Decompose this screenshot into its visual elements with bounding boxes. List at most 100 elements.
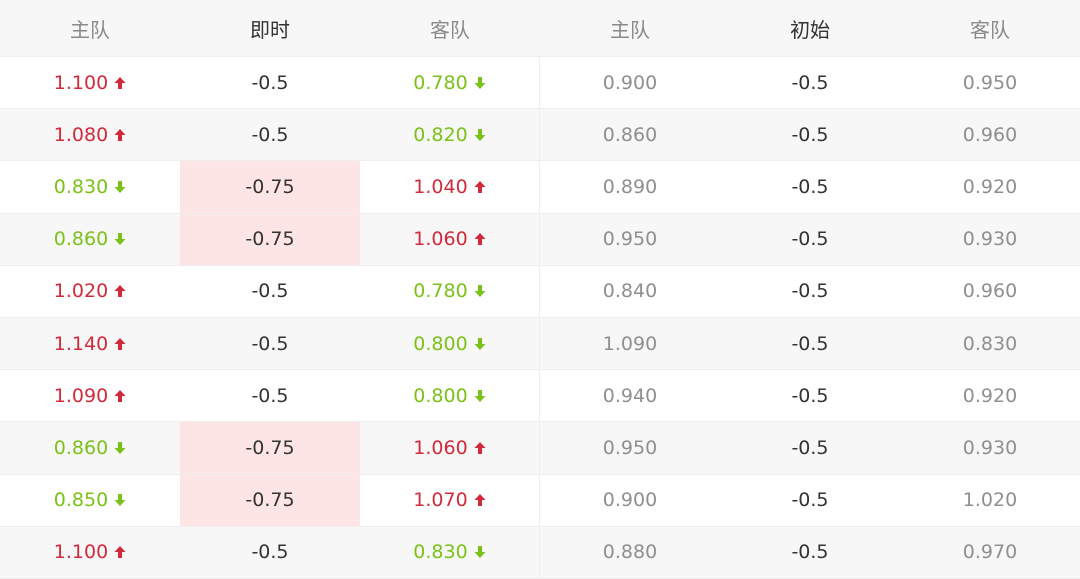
arrow-up-icon [474,441,486,455]
init-away-odds: 0.950 [962,71,1018,94]
table-row: 1.100 -0.5 0.780 0.900 -0.5 0.950 [0,57,1080,110]
live-home-odds: 1.140 [0,318,180,369]
live-away-odds-value: 1.060 [413,436,468,459]
init-home-odds: 0.860 [602,123,658,146]
live-home-odds: 1.090 [0,370,180,421]
live-home-odds-value: 1.090 [53,384,109,407]
init-handicap: -0.5 [791,175,829,198]
live-away-odds-value: 0.780 [413,280,468,303]
live-away-odds-value: 0.800 [413,332,468,355]
init-handicap: -0.5 [791,123,829,146]
table-row: 1.100 -0.5 0.830 0.880 -0.5 0.970 [0,526,1080,579]
live-handicap: -0.5 [251,71,289,94]
arrow-up-icon [114,76,126,90]
arrow-down-icon [474,128,486,142]
table-row: 0.850 -0.75 1.070 0.900 -0.5 1.020 [0,474,1080,527]
live-home-odds-value: 0.860 [53,436,109,459]
live-away-odds-value: 0.820 [413,123,468,146]
init-home-odds: 0.840 [602,280,658,303]
header-init-away: 客队 [970,17,1010,42]
live-handicap: -0.75 [180,422,360,474]
arrow-up-icon [114,128,126,142]
arrow-down-icon [114,180,126,194]
init-handicap: -0.5 [791,489,829,512]
init-handicap: -0.5 [791,71,829,94]
live-away-odds: 0.780 [360,57,540,109]
live-home-odds-value: 1.140 [53,332,109,355]
arrow-up-icon [474,232,486,246]
header-live-away: 客队 [430,17,470,42]
live-home-odds-value: 0.860 [53,228,109,251]
arrow-down-icon [474,389,486,403]
init-away-odds: 0.830 [962,332,1018,355]
live-home-odds-value: 1.100 [53,71,109,94]
init-away-odds: 0.930 [962,228,1018,251]
live-handicap: -0.5 [251,541,289,564]
arrow-down-icon [114,493,126,507]
header-init-home: 主队 [610,17,650,42]
arrow-down-icon [114,441,126,455]
live-away-odds: 1.060 [360,213,540,265]
arrow-up-icon [474,180,486,194]
init-away-odds: 0.970 [962,541,1018,564]
live-away-odds-value: 0.830 [413,541,468,564]
live-away-odds: 1.070 [360,474,540,526]
arrow-up-icon [114,389,126,403]
live-home-odds: 1.100 [0,527,180,578]
init-home-odds: 1.090 [602,332,658,355]
table-header: 主队 即时 客队 主队 初始 客队 [0,0,1080,57]
header-live-home: 主队 [70,17,110,42]
init-home-odds: 0.900 [602,489,658,512]
live-home-odds-value: 1.020 [53,280,109,303]
live-away-odds-value: 1.040 [413,175,468,198]
table-row: 0.830 -0.75 1.040 0.890 -0.5 0.920 [0,161,1080,214]
arrow-up-icon [114,284,126,298]
live-home-odds-value: 0.850 [53,489,109,512]
table-body: 1.100 -0.5 0.780 0.900 -0.5 0.950 1.080 -0.5 0.8… [0,57,1080,579]
init-home-odds: 0.890 [602,175,658,198]
header-init-handicap: 初始 [790,17,830,42]
live-handicap: -0.75 [180,161,360,213]
live-home-odds: 1.080 [0,109,180,160]
arrow-down-icon [114,232,126,246]
table-row: 1.080 -0.5 0.820 0.860 -0.5 0.960 [0,109,1080,162]
init-handicap: -0.5 [791,384,829,407]
arrow-up-icon [114,337,126,351]
init-handicap: -0.5 [791,228,829,251]
table-row: 0.860 -0.75 1.060 0.950 -0.5 0.930 [0,213,1080,266]
live-home-odds-value: 0.830 [53,175,109,198]
arrow-up-icon [114,545,126,559]
live-handicap: -0.5 [251,280,289,303]
init-away-odds: 0.960 [962,280,1018,303]
header-live-handicap: 即时 [250,17,290,42]
init-home-odds: 0.950 [602,436,658,459]
init-handicap: -0.5 [791,332,829,355]
table-row: 1.140 -0.5 0.800 1.090 -0.5 0.830 [0,317,1080,371]
live-home-odds: 0.830 [0,161,180,212]
live-handicap: -0.5 [251,384,289,407]
table-row: 0.860 -0.75 1.060 0.950 -0.5 0.930 [0,422,1080,475]
live-handicap: -0.5 [251,123,289,146]
init-home-odds: 0.950 [602,228,658,251]
arrow-down-icon [474,76,486,90]
init-home-odds: 0.880 [602,541,658,564]
init-handicap: -0.5 [791,280,829,303]
live-home-odds-value: 1.100 [53,541,109,564]
arrow-down-icon [474,284,486,298]
init-away-odds: 0.920 [962,175,1018,198]
live-away-odds: 0.830 [360,526,540,578]
live-home-odds-value: 1.080 [53,123,109,146]
live-handicap: -0.5 [251,332,289,355]
init-away-odds: 1.020 [962,489,1018,512]
init-away-odds: 0.960 [962,123,1018,146]
live-handicap: -0.75 [180,213,360,265]
live-home-odds: 1.020 [0,266,180,317]
arrow-down-icon [474,337,486,351]
init-home-odds: 0.940 [602,384,658,407]
live-away-odds-value: 0.800 [413,384,468,407]
live-home-odds: 0.860 [0,422,180,473]
live-home-odds: 0.860 [0,214,180,265]
init-home-odds: 0.900 [602,71,658,94]
table-row: 1.020 -0.5 0.780 0.840 -0.5 0.960 [0,265,1080,318]
live-handicap: -0.75 [180,474,360,526]
